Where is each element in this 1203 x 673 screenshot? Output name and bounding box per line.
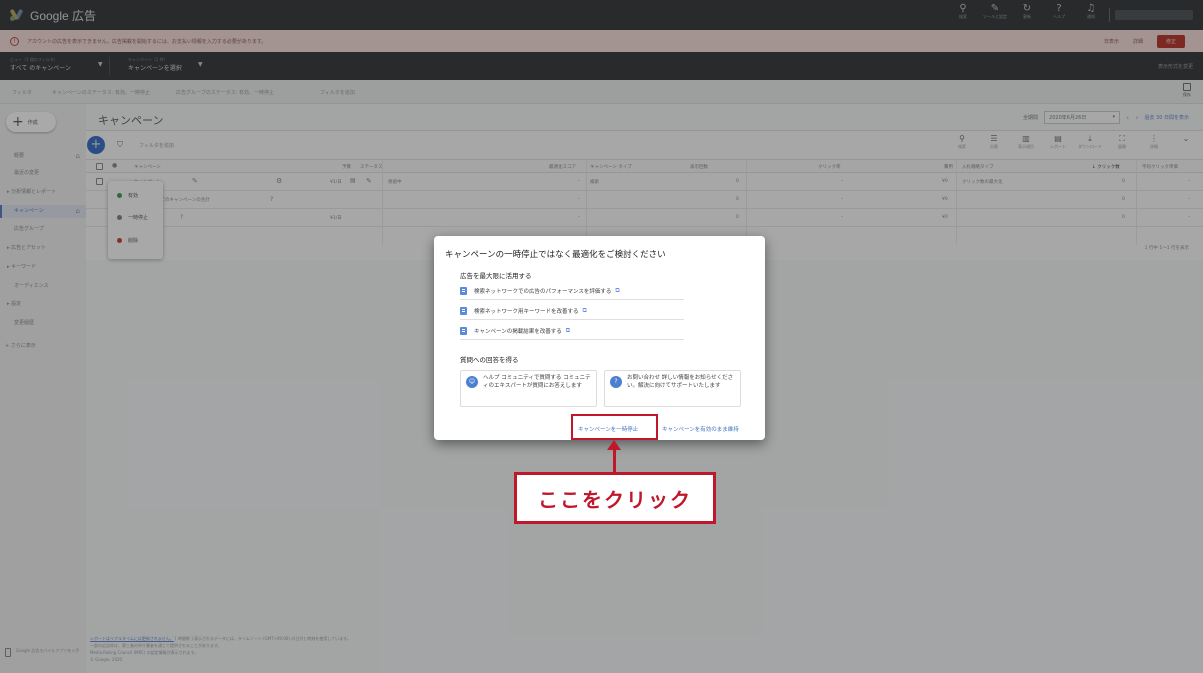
contact-icon: ? [610, 376, 622, 388]
dialog-section-heading: 質問への回答を得る [460, 356, 519, 364]
help-community-card[interactable]: ☺ ヘルプ コミュニティで質問する コミュニティのエキスパートが質問にお答えしま… [460, 370, 597, 407]
dialog-title: キャンペーンの一時停止ではなく最適化をご検討ください [445, 250, 666, 260]
document-icon [460, 286, 467, 295]
dialog-link-improve-keywords[interactable]: 検索ネットワーク用キーワードを改善する ⧉ [460, 302, 684, 320]
arrow-shaft [613, 448, 616, 472]
dialog-section-heading: 広告を最大限に活用する [460, 272, 532, 280]
highlight-box [571, 414, 658, 440]
document-icon [460, 326, 467, 335]
pause-campaign-dialog: キャンペーンの一時停止ではなく最適化をご検討ください 広告を最大限に活用する 検… [434, 236, 765, 440]
dialog-link-improve-results[interactable]: キャンペーンの掲載結果を改善する ⧉ [460, 322, 684, 340]
click-here-callout: ここをクリック [514, 472, 716, 524]
open-in-new-icon: ⧉ [582, 306, 587, 314]
open-in-new-icon: ⧉ [565, 326, 571, 334]
open-in-new-icon: ⧉ [615, 286, 620, 294]
community-icon: ☺ [466, 376, 478, 388]
document-icon [460, 306, 467, 315]
dialog-link-evaluate-performance[interactable]: 検索ネットワークでの広告のパフォーマンスを評価する ⧉ [460, 282, 684, 300]
contact-us-card[interactable]: ? お問い合わせ 詳しい情報をお知らせください。解決に向けてサポートいたします [604, 370, 741, 407]
keep-campaign-enabled-button[interactable]: キャンペーンを有効のまま維持 [662, 425, 739, 433]
